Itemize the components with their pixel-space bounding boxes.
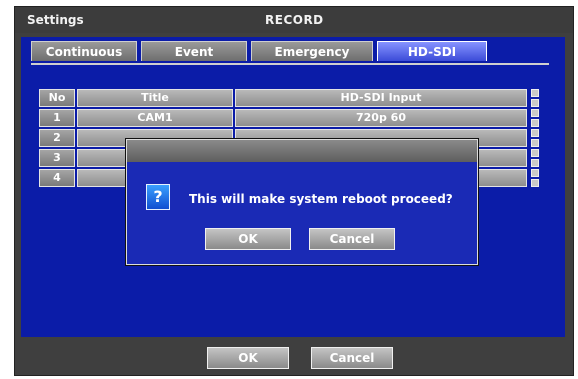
cancel-button[interactable]: Cancel: [311, 347, 393, 369]
tab-divider: [31, 63, 549, 65]
column-header-no: No: [39, 89, 75, 107]
scroll-up-button[interactable]: [531, 89, 539, 97]
tab-event[interactable]: Event: [141, 41, 247, 61]
row-number: 2: [39, 129, 75, 147]
page-title: RECORD: [265, 13, 324, 27]
row-number: 4: [39, 169, 75, 187]
tab-emergency[interactable]: Emergency: [251, 41, 373, 61]
row-number: 3: [39, 149, 75, 167]
dialog-title-bar: [127, 140, 477, 162]
scroll-step[interactable]: [531, 119, 539, 127]
scroll-step[interactable]: [531, 139, 539, 147]
row-number: 1: [39, 109, 75, 127]
dialog-ok-button[interactable]: OK: [205, 228, 291, 250]
dialog-message: This will make system reboot proceed?: [189, 192, 453, 206]
reboot-confirm-dialog: ? This will make system reboot proceed? …: [126, 139, 478, 265]
tab-hd-sdi[interactable]: HD-SDI: [377, 41, 487, 61]
dialog-cancel-button[interactable]: Cancel: [309, 228, 395, 250]
column-header-title: Title: [77, 89, 233, 107]
tab-continuous[interactable]: Continuous: [31, 41, 137, 61]
settings-label: Settings: [27, 13, 84, 27]
ok-button[interactable]: OK: [207, 347, 289, 369]
hd-sdi-input-select[interactable]: 720p 60: [235, 109, 527, 127]
scroll-down-button[interactable]: [531, 179, 539, 187]
scroll-step[interactable]: [531, 109, 539, 117]
title-bar: Settings RECORD: [15, 7, 573, 33]
scrollbar[interactable]: [531, 89, 541, 207]
scroll-step[interactable]: [531, 149, 539, 157]
scroll-step[interactable]: [531, 159, 539, 167]
scroll-step[interactable]: [531, 99, 539, 107]
camera-title-field[interactable]: CAM1: [77, 109, 233, 127]
question-icon: ?: [146, 184, 170, 210]
scroll-step[interactable]: [531, 129, 539, 137]
column-header-input: HD-SDI Input: [235, 89, 527, 107]
scroll-step[interactable]: [531, 169, 539, 177]
